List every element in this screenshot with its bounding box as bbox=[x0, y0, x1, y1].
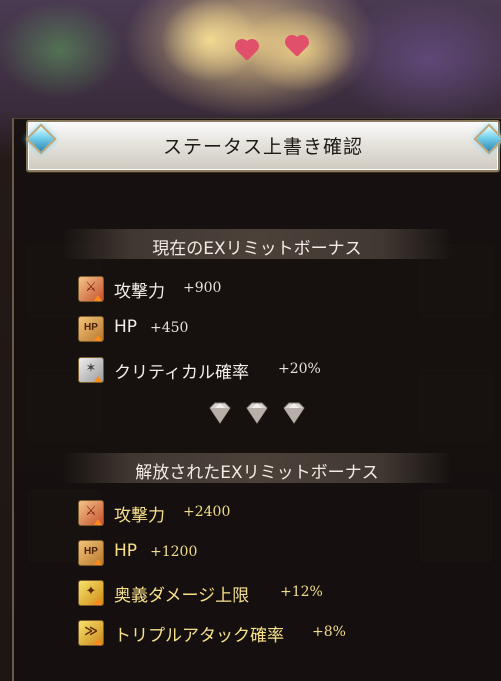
bonus-label: HP bbox=[114, 541, 138, 561]
hp-up-icon: HP bbox=[78, 540, 104, 566]
bonus-value: +2400 bbox=[183, 504, 231, 520]
triple-attack-up-icon: ≫ bbox=[78, 620, 104, 646]
bonus-value: +8% bbox=[312, 624, 346, 640]
bonus-value: +1200 bbox=[150, 544, 198, 560]
bonus-value: +12% bbox=[280, 584, 323, 600]
bonus-label: トリプルアタック確率 bbox=[114, 626, 284, 646]
ougi-cap-up-icon: ✦ bbox=[78, 580, 104, 606]
released-bonus-header: 解放されたEXリミットボーナス bbox=[62, 453, 452, 483]
bonus-value: +450 bbox=[150, 320, 189, 336]
bonus-value: +20% bbox=[278, 361, 321, 377]
bonus-label: 攻撃力 bbox=[114, 506, 165, 526]
dialog-title: ステータス上書き確認 bbox=[162, 136, 363, 158]
attack-up-icon: ⚔ bbox=[78, 276, 104, 302]
critical-up-icon: ✶ bbox=[78, 357, 104, 383]
down-diamond-arrows-icon bbox=[207, 400, 307, 430]
diamond-icon bbox=[246, 402, 268, 424]
attack-up-icon: ⚔ bbox=[78, 500, 104, 526]
bonus-label: HP bbox=[114, 317, 138, 337]
current-bonus-header: 現在のEXリミットボーナス bbox=[62, 229, 452, 259]
bonus-label: 攻撃力 bbox=[114, 282, 165, 302]
hp-up-icon: HP bbox=[78, 316, 104, 342]
dialog-title-bar: ステータス上書き確認 bbox=[26, 120, 500, 172]
bonus-label: 奥義ダメージ上限 bbox=[114, 586, 250, 606]
bonus-label: クリティカル確率 bbox=[114, 363, 249, 383]
character-artwork bbox=[150, 0, 360, 120]
diamond-icon bbox=[283, 402, 305, 424]
current-bonus-title: 現在のEXリミットボーナス bbox=[152, 239, 362, 259]
diamond-icon bbox=[209, 402, 231, 424]
bonus-value: +900 bbox=[183, 280, 222, 296]
released-bonus-title: 解放されたEXリミットボーナス bbox=[135, 463, 379, 483]
